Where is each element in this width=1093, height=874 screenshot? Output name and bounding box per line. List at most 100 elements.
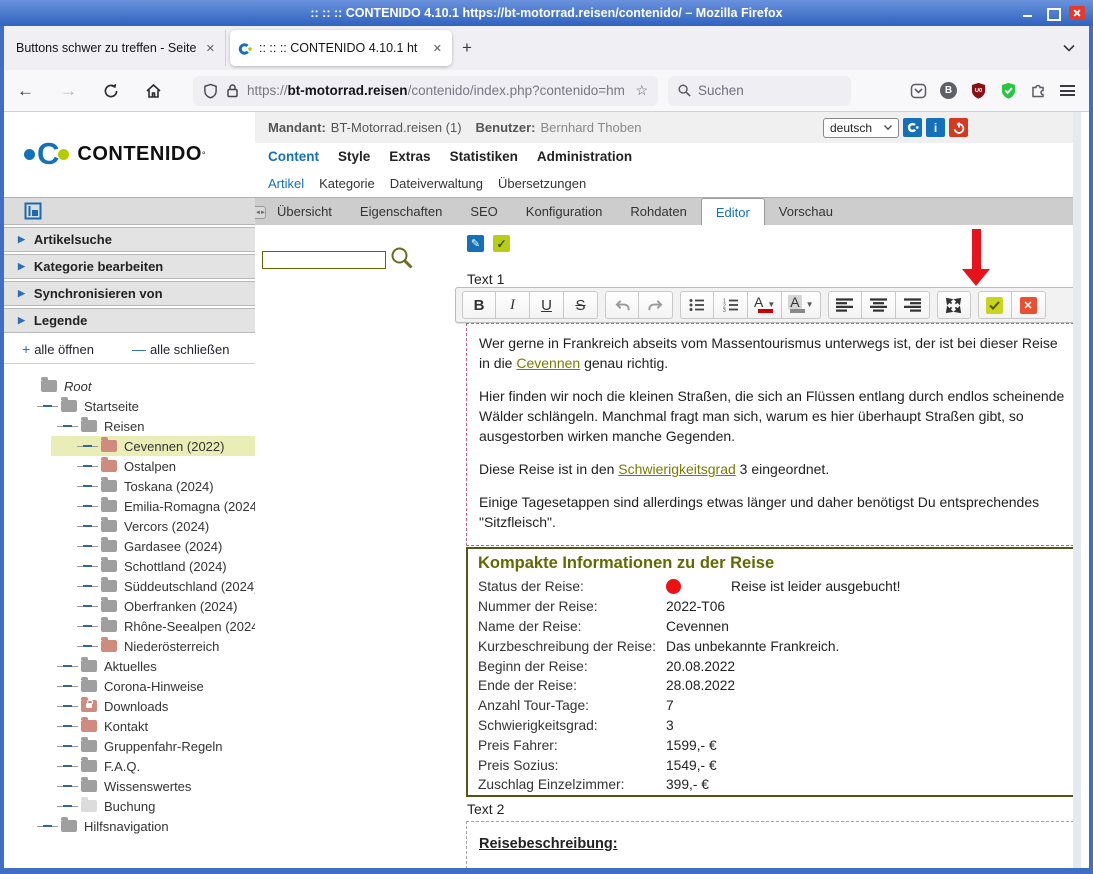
subnav-kategorie[interactable]: Kategorie xyxy=(319,176,375,191)
logout-power-button[interactable] xyxy=(949,118,968,137)
tree-expander-icon[interactable] xyxy=(83,525,92,527)
tree-expander-icon[interactable] xyxy=(83,645,92,647)
tree-item[interactable]: Kontakt xyxy=(4,716,255,736)
green-shield-extension-icon[interactable] xyxy=(1000,82,1017,99)
tree-expander-icon[interactable] xyxy=(83,565,92,567)
cancel-button[interactable]: ✕ xyxy=(1012,291,1046,319)
tree-item[interactable]: Rhône-Seealpen (2024) xyxy=(4,616,255,636)
tree-item[interactable]: Hilfsnavigation xyxy=(4,816,255,836)
tree-item[interactable]: Corona-Hinweise xyxy=(4,676,255,696)
tree-expander-icon[interactable] xyxy=(63,705,72,707)
tree-item[interactable]: Emilia-Romagna (2024) xyxy=(4,496,255,516)
align-right-button[interactable] xyxy=(896,291,930,319)
tree-expander-icon[interactable] xyxy=(63,805,72,807)
tree-item[interactable]: Startseite xyxy=(4,396,255,416)
ublock-extension-icon[interactable]: U0 xyxy=(970,82,987,99)
pocket-icon[interactable] xyxy=(910,83,927,99)
tree-expander-icon[interactable] xyxy=(43,405,52,407)
info-button[interactable]: i xyxy=(926,118,945,137)
bitwarden-extension-icon[interactable]: B xyxy=(940,82,957,99)
sidebar-section-legende[interactable]: ▶Legende xyxy=(4,308,255,333)
undo-button[interactable] xyxy=(605,291,639,319)
tree-expander-icon[interactable] xyxy=(63,725,72,727)
tree-expander-icon[interactable] xyxy=(63,765,72,767)
tree-expander-icon[interactable] xyxy=(83,485,92,487)
home-icon[interactable] xyxy=(132,83,175,99)
sidebar-section-kategorie-bearbeiten[interactable]: ▶Kategorie bearbeiten xyxy=(4,254,255,279)
back-icon[interactable]: ← xyxy=(4,81,47,101)
highlight-color-button[interactable]: A ▼ xyxy=(782,291,820,319)
frame-splitter-handle[interactable]: ◄► xyxy=(255,206,266,219)
caret-down-icon[interactable]: ▼ xyxy=(767,301,775,309)
tree-expander-icon[interactable] xyxy=(63,665,72,667)
forward-icon[interactable]: → xyxy=(47,81,90,101)
nav-administration[interactable]: Administration xyxy=(537,149,632,164)
text1-editable-area[interactable]: Wer gerne in Frankreich abseits vom Mass… xyxy=(466,323,1079,546)
language-select[interactable]: deutsch xyxy=(823,118,899,138)
tree-expander-icon[interactable] xyxy=(63,745,72,747)
tree-item[interactable]: Gruppenfahr-Regeln xyxy=(4,736,255,756)
numbered-list-button[interactable]: 123 xyxy=(714,291,748,319)
tab-konfiguration[interactable]: Konfiguration xyxy=(512,197,617,225)
reload-icon[interactable] xyxy=(90,83,132,99)
tree-expander-icon[interactable] xyxy=(83,465,92,467)
save-check-icon[interactable]: ✓ xyxy=(493,235,510,252)
schwierigkeitsgrad-link[interactable]: Schwierigkeitsgrad xyxy=(618,461,736,477)
italic-button[interactable]: I xyxy=(496,291,530,319)
tab-editor[interactable]: Editor xyxy=(701,198,765,225)
tree-item[interactable]: Cevennen (2022) xyxy=(4,436,255,456)
tree-expander-icon[interactable] xyxy=(63,785,72,787)
apply-button[interactable] xyxy=(978,291,1012,319)
tree-item[interactable]: Süddeutschland (2024) xyxy=(4,576,255,596)
tree-item[interactable]: F.A.Q. xyxy=(4,756,255,776)
nav-statistiken[interactable]: Statistiken xyxy=(450,149,518,164)
tree-expander-icon[interactable] xyxy=(63,685,72,687)
nav-style[interactable]: Style xyxy=(338,149,370,164)
list-all-tabs-icon[interactable] xyxy=(1063,44,1075,52)
extensions-puzzle-icon[interactable] xyxy=(1030,82,1047,99)
sidebar-section-synchronisieren-von[interactable]: ▶Synchronisieren von xyxy=(4,281,255,306)
url-bar[interactable]: https://bt-motorrad.reisen/contenido/ind… xyxy=(193,76,658,106)
tab-vorschau[interactable]: Vorschau xyxy=(765,197,847,225)
bold-button[interactable]: B xyxy=(462,291,496,319)
edit-mode-icon[interactable]: ✎ xyxy=(467,235,484,252)
lock-icon[interactable] xyxy=(226,83,239,98)
tree-expander-icon[interactable] xyxy=(83,505,92,507)
fullscreen-button[interactable] xyxy=(937,291,971,319)
redo-button[interactable] xyxy=(639,291,673,319)
strikethrough-button[interactable]: S xyxy=(564,291,598,319)
tree-item[interactable]: Buchung xyxy=(4,796,255,816)
new-tab-button[interactable]: + xyxy=(452,38,482,58)
tab-eigenschaften[interactable]: Eigenschaften xyxy=(346,197,456,225)
tab-close-icon[interactable]: ✕ xyxy=(429,40,446,57)
subnav-artikel[interactable]: Artikel xyxy=(268,176,304,191)
shield-permissions-icon[interactable] xyxy=(203,83,218,99)
tree-item[interactable]: Ostalpen xyxy=(4,456,255,476)
align-left-button[interactable] xyxy=(828,291,862,319)
minimize-button[interactable] xyxy=(1021,7,1035,19)
close-button[interactable] xyxy=(1069,6,1085,20)
tab-rohdaten[interactable]: Rohdaten xyxy=(616,197,700,225)
scrollbar-track[interactable] xyxy=(1073,112,1081,868)
tree-expander-icon[interactable] xyxy=(83,445,92,447)
tree-item[interactable]: Niederösterreich xyxy=(4,636,255,656)
expand-all-link[interactable]: + alle öffnen xyxy=(22,341,94,357)
menu-hamburger-icon[interactable] xyxy=(1060,85,1075,96)
tree-item[interactable]: Aktuelles xyxy=(4,656,255,676)
tree-item[interactable]: Schottland (2024) xyxy=(4,556,255,576)
article-search-input[interactable] xyxy=(262,251,386,269)
nav-content[interactable]: Content xyxy=(268,149,319,164)
browser-tab-active[interactable]: :: :: :: CONTENIDO 4.10.1 ht ✕ xyxy=(230,30,452,66)
tree-item[interactable]: Wissenswertes xyxy=(4,776,255,796)
contenido-home-button[interactable] xyxy=(903,118,922,137)
tree-expander-icon[interactable] xyxy=(83,545,92,547)
bookmark-star-icon[interactable]: ☆ xyxy=(635,82,648,99)
nav-extras[interactable]: Extras xyxy=(389,149,430,164)
tree-expander-icon[interactable] xyxy=(63,425,72,427)
tree-item[interactable]: Vercors (2024) xyxy=(4,516,255,536)
maximize-button[interactable] xyxy=(1045,7,1059,19)
bullet-list-button[interactable] xyxy=(680,291,714,319)
tree-expander-icon[interactable] xyxy=(83,625,92,627)
collapse-all-link[interactable]: — alle schließen xyxy=(132,341,230,357)
browser-tab-inactive[interactable]: Buttons schwer zu treffen - Seite 2 ✕ xyxy=(4,30,226,66)
